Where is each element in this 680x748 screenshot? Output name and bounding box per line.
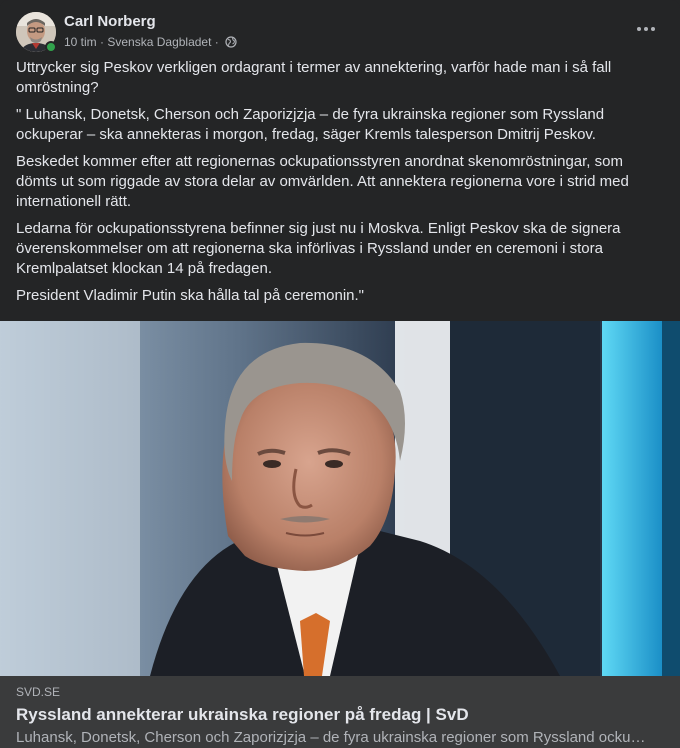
post-paragraph: Beskedet kommer efter att regionernas oc… <box>16 153 629 210</box>
link-preview-image[interactable] <box>0 321 680 676</box>
post-paragraph: President Vladimir Putin ska hålla tal p… <box>16 287 364 304</box>
meta-separator: · <box>100 34 105 49</box>
post-source[interactable]: Svenska Dagbladet <box>107 34 211 50</box>
post-header: Carl Norberg 10 tim · Svenska Dagbladet … <box>16 12 664 53</box>
facebook-post: Carl Norberg 10 tim · Svenska Dagbladet … <box>0 0 680 748</box>
post-time[interactable]: 10 tim <box>64 34 97 50</box>
link-title[interactable]: Ryssland annekterar ukrainska regioner p… <box>16 705 664 725</box>
post-meta: 10 tim · Svenska Dagbladet · <box>64 33 237 50</box>
post-paragraph: " Luhansk, Donetsk, Cherson och Zaporizj… <box>16 106 605 143</box>
online-status-indicator <box>45 41 57 53</box>
author-name[interactable]: Carl Norberg <box>64 12 156 32</box>
link-domain: SVD.SE <box>16 685 61 699</box>
meta-separator-2: · <box>214 34 219 49</box>
post-body: Uttrycker sig Peskov verkligen ordagrant… <box>16 58 664 313</box>
more-options-icon[interactable] <box>632 18 660 40</box>
post-paragraph: Uttrycker sig Peskov verkligen ordagrant… <box>16 59 612 96</box>
link-description: Luhansk, Donetsk, Cherson och Zaporizjzj… <box>16 729 646 746</box>
globe-icon[interactable] <box>225 36 237 48</box>
link-preview-card[interactable]: SVD.SE Ryssland annekterar ukrainska reg… <box>0 676 680 748</box>
post-paragraph: Ledarna för ockupationsstyrena befinner … <box>16 220 621 277</box>
